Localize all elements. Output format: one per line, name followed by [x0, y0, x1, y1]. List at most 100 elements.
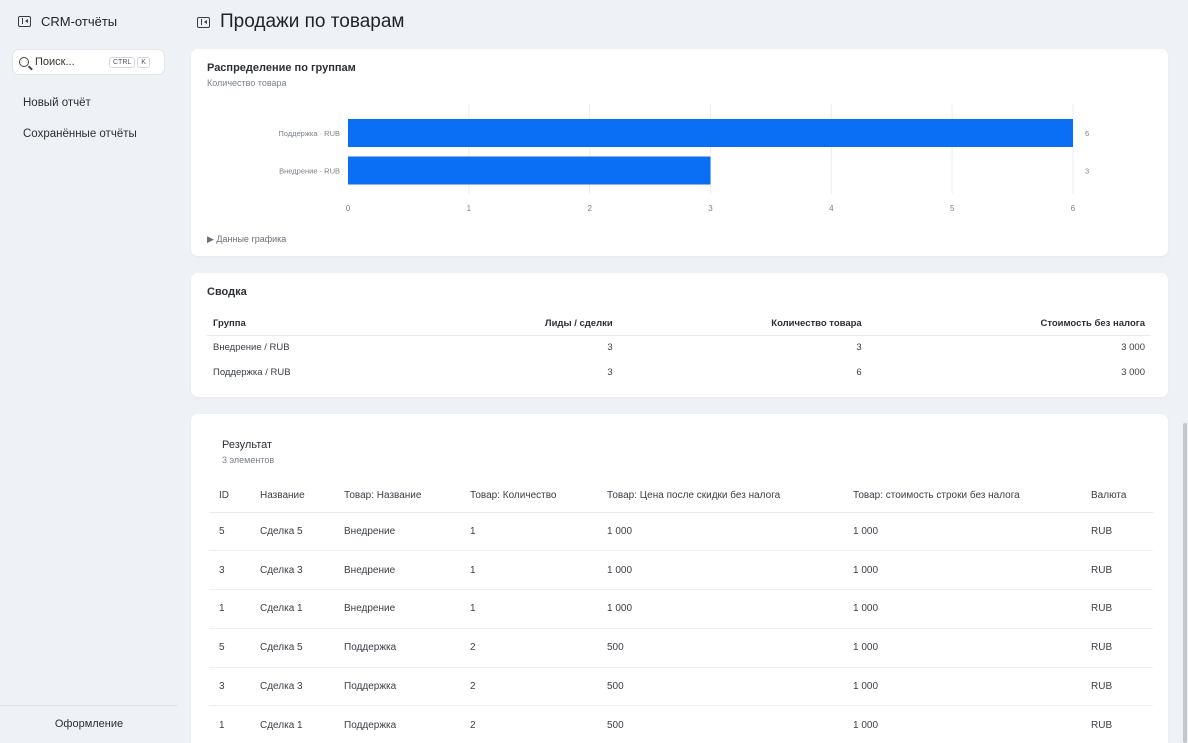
- table-row: Внедрение / RUB 3 3 3 000: [207, 335, 1151, 360]
- summary-header: Лиды / сделки: [424, 313, 619, 336]
- result-cell: RUB: [1081, 589, 1153, 629]
- result-cell: 1 000: [597, 550, 843, 591]
- result-cell: Внедрение: [334, 550, 460, 591]
- table-row[interactable]: 3 Сделка 3 Поддержка 2 500 1 000 RUB: [209, 667, 1153, 707]
- result-cell: 1: [460, 512, 597, 552]
- result-cell: 3: [209, 550, 250, 591]
- result-cell: 1: [460, 589, 597, 629]
- shortcut-ctrl: CTRL: [109, 56, 136, 68]
- summary-cell: 3: [607, 367, 613, 378]
- result-cell: 1: [209, 589, 250, 629]
- result-cell: 500: [597, 667, 843, 707]
- table-row[interactable]: 5 Сделка 5 Поддержка 2 500 1 000 RUB: [209, 628, 1153, 668]
- table-row[interactable]: 5 Сделка 5 Внедрение 1 1 000 1 000 RUB: [209, 512, 1153, 552]
- table-row[interactable]: 1 Сделка 1 Поддержка 2 500 1 000 RUB: [209, 705, 1153, 743]
- column-header[interactable]: Валюта: [1081, 479, 1153, 513]
- app-title: CRM-отчёты: [41, 14, 118, 29]
- summary-cell: Поддержка / RUB: [213, 367, 291, 378]
- result-cell: 1: [209, 705, 250, 743]
- result-cell: 500: [597, 705, 843, 743]
- result-cell: 5: [209, 628, 250, 668]
- column-header[interactable]: Товар: Количество: [460, 479, 597, 513]
- x-tick-label: 5: [950, 204, 955, 213]
- result-cell: Сделка 5: [250, 512, 334, 552]
- result-cell: RUB: [1081, 628, 1153, 668]
- x-tick-label: 3: [708, 204, 713, 213]
- sidebar-header: CRM-отчёты: [18, 14, 117, 29]
- result-cell: Сделка 1: [250, 705, 334, 743]
- search-box[interactable]: CTRL K: [13, 50, 164, 74]
- bar-data-label: 3: [1085, 167, 1089, 176]
- table-row[interactable]: 1 Сделка 1 Внедрение 1 1 000 1 000 RUB: [209, 589, 1153, 629]
- result-count: 3 элементов: [222, 455, 275, 465]
- bar-data-label: 6: [1085, 129, 1089, 138]
- page-title: Продажи по товарам: [220, 11, 405, 32]
- bar-chart: 0 1 2 3 4 5 6 Поддержка · RUB 6 Внедрение · RUB 3: [278, 104, 1089, 213]
- search-input[interactable]: [35, 56, 107, 68]
- summary-title: Сводка: [207, 286, 247, 298]
- result-cell: Поддержка: [334, 628, 460, 668]
- result-cell: 3: [209, 667, 250, 707]
- result-cell: Поддержка: [334, 705, 460, 743]
- column-header[interactable]: Товар: Название: [334, 479, 460, 513]
- column-header[interactable]: Товар: стоимость строки без налога: [843, 479, 1081, 513]
- page-scrollbar[interactable]: [1183, 423, 1187, 743]
- chart-data-toggle-label: Данные графика: [216, 234, 287, 244]
- page-header: Продажи по товарам: [197, 11, 404, 33]
- result-cell: Внедрение: [334, 512, 460, 552]
- result-cell: Сделка 1: [250, 589, 334, 629]
- sidebar-item-saved-reports[interactable]: Сохранённые отчёты: [23, 128, 137, 140]
- summary-cell: Внедрение / RUB: [213, 342, 290, 354]
- result-cell: 1 000: [843, 628, 1081, 668]
- panel-toggle-icon[interactable]: [197, 16, 210, 28]
- x-tick-label: 0: [346, 204, 351, 213]
- result-cell: 1 000: [843, 550, 1081, 591]
- summary-header: Группа: [207, 313, 425, 336]
- result-cell: 1 000: [597, 512, 843, 552]
- summary-card: Сводка Группа Лиды / сделки Количество т…: [191, 273, 1168, 397]
- result-cell: RUB: [1081, 550, 1153, 591]
- y-category-label: Поддержка · RUB: [278, 129, 340, 138]
- x-tick-label: 2: [587, 204, 592, 213]
- sidebar-item-new-report[interactable]: Новый отчёт: [23, 97, 91, 109]
- x-tick-label: 6: [1071, 204, 1076, 213]
- summary-header: Стоимость без налога: [867, 313, 1151, 336]
- summary-header-row: Группа Лиды / сделки Количество товара С…: [207, 313, 1151, 336]
- result-cell: 1: [460, 550, 597, 591]
- chart-card: Распределение по группам Количество това…: [191, 49, 1168, 256]
- result-card: Результат 3 элементов ID Название Товар:…: [191, 414, 1168, 743]
- sidebar-toggle-icon[interactable]: [18, 16, 31, 27]
- column-header[interactable]: Товар: Цена после скидки без налога: [597, 479, 843, 513]
- result-cell: 1 000: [843, 705, 1081, 743]
- chart-data-toggle[interactable]: ▶ Данные графика: [207, 234, 286, 245]
- summary-header: Количество товара: [618, 313, 868, 336]
- table-row: Поддержка / RUB 3 6 3 000: [207, 360, 1151, 385]
- result-title: Результат: [222, 439, 273, 451]
- result-cell: Сделка 5: [250, 628, 334, 668]
- result-cell: 5: [209, 512, 250, 552]
- result-cell: Внедрение: [334, 589, 460, 629]
- result-cell: RUB: [1081, 667, 1153, 707]
- x-tick-label: 1: [467, 204, 472, 213]
- table-row[interactable]: 3 Сделка 3 Внедрение 1 1 000 1 000 RUB: [209, 550, 1153, 591]
- summary-cell: 3 000: [1121, 342, 1145, 354]
- bar: [348, 119, 1073, 147]
- summary-cell: 3: [856, 342, 862, 354]
- x-tick-label: 4: [829, 204, 834, 213]
- column-header[interactable]: ID: [209, 479, 250, 513]
- bar: [348, 156, 711, 185]
- appearance-button[interactable]: Оформление: [0, 718, 178, 730]
- column-header[interactable]: Название: [250, 479, 334, 513]
- summary-cell: 6: [856, 367, 862, 378]
- sidebar: CRM-отчёты CTRL K Новый отчёт Сохранённы…: [0, 0, 178, 743]
- result-cell: 500: [597, 628, 843, 668]
- y-category-label: Внедрение · RUB: [279, 167, 340, 176]
- result-cell: Сделка 3: [250, 550, 334, 591]
- search-icon: [19, 57, 29, 67]
- result-cell: 2: [460, 705, 597, 743]
- sidebar-divider: [0, 705, 178, 706]
- result-cell: Сделка 3: [250, 667, 334, 707]
- result-cell: RUB: [1081, 512, 1153, 552]
- result-header-row: ID Название Товар: Название Товар: Колич…: [209, 479, 1153, 513]
- result-cell: 2: [460, 628, 597, 668]
